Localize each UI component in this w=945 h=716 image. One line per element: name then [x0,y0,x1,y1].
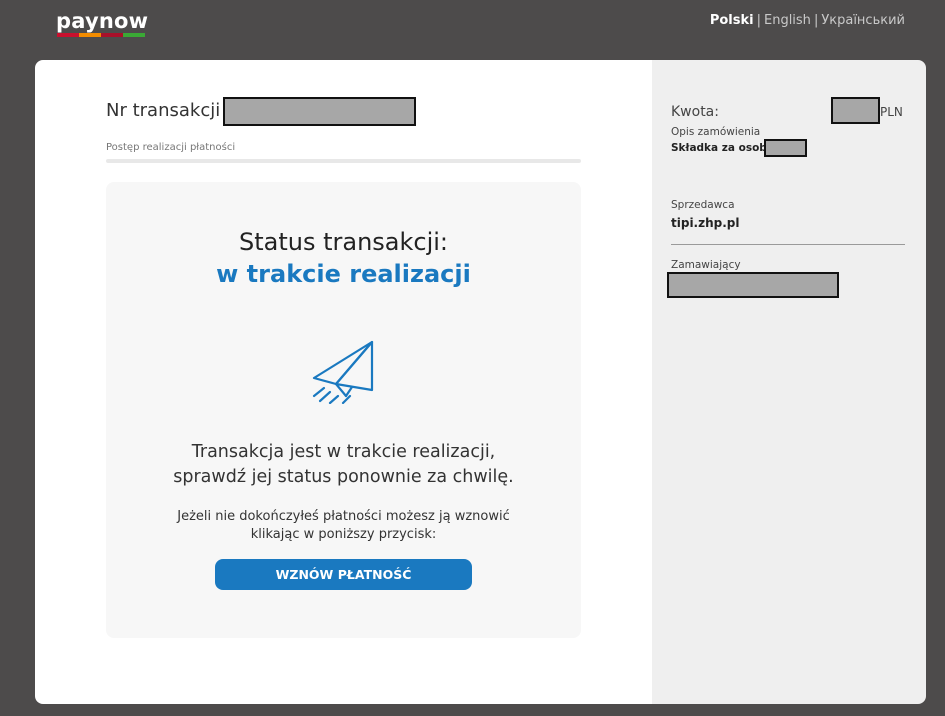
payment-progress-bar [106,159,581,163]
status-message-line2: sprawdź jej status ponownie za chwilę. [173,467,514,487]
transaction-number-label: Nr transakcji [106,100,221,121]
lang-polski[interactable]: Polski [710,13,754,28]
status-panel: Status transakcji: w trakcie realizacji … [106,182,581,638]
logo-bar-segment [79,33,101,37]
lang-english[interactable]: English [764,13,811,28]
order-summary-panel: Kwota: PLN Opis zamówienia Składka za os… [652,60,926,704]
orderer-label: Zamawiający [671,259,741,271]
order-description-label: Opis zamówienia [671,126,761,138]
summary-divider [671,244,905,245]
progress-label: Postęp realizacji płatności [106,142,236,153]
currency-label: PLN [880,105,903,119]
fee-label: Składka za osoby: [671,142,778,154]
status-message-line1: Transakcja jest w trakcie realizacji, [191,442,496,462]
resume-instructions-line2: klikając w poniższy przycisk: [250,527,437,542]
orderer-redacted [667,272,839,298]
resume-instructions: Jeżeli nie dokończyłeś płatności możesz … [106,508,581,544]
resume-instructions-line1: Jeżeli nie dokończyłeś płatności możesz … [177,509,510,524]
paynow-logo: paynow [56,10,148,37]
lang-separator: | [813,13,819,28]
seller-value: tipi.zhp.pl [671,216,740,230]
logo-bar-segment [123,33,145,37]
paper-plane-icon [306,338,378,408]
logo-text: paynow [56,9,149,33]
status-message: Transakcja jest w trakcie realizacji, sp… [106,440,581,490]
lang-separator: | [756,13,761,28]
logo-bar-segment [57,33,79,37]
lang-ukrainian[interactable]: Український [821,13,905,28]
amount-redacted [831,97,880,124]
language-switcher: Polski | English | Український [710,13,905,28]
payment-status-card: Nr transakcji Postęp realizacji płatnośc… [35,60,652,704]
amount-label: Kwota: [671,104,719,120]
logo-bar-segment [101,33,123,37]
logo-color-bar [57,33,148,37]
seller-label: Sprzedawca [671,199,735,211]
status-value: w trakcie realizacji [216,260,471,288]
fee-value-redacted [764,139,807,157]
resume-payment-button[interactable]: WZNÓW PŁATNOŚĆ [215,559,472,590]
transaction-number-redacted [223,97,416,126]
status-title: Status transakcji: [238,228,449,256]
